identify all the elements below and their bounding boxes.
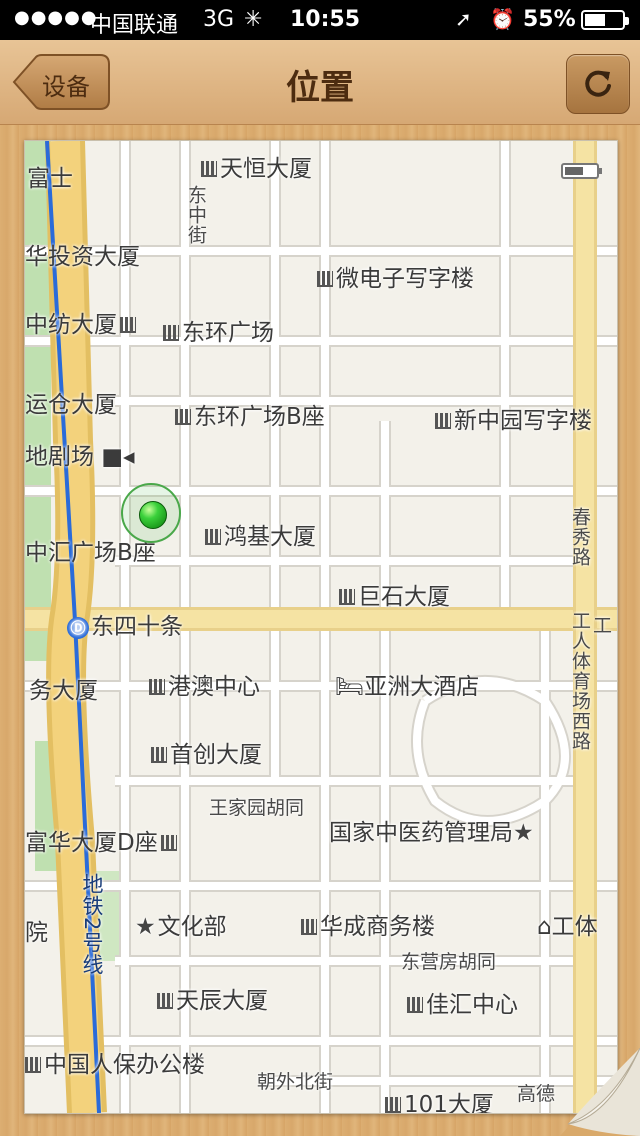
map-card: 天恒大厦 富士 东中街 华投资大厦 微电子写字楼 中纺大厦 东环广场 运仓大厦 … bbox=[24, 140, 618, 1114]
device-location-marker[interactable] bbox=[121, 483, 181, 543]
alarm-clock-icon: ⏰ bbox=[490, 7, 515, 31]
landmark-star-icon: ★ bbox=[513, 820, 534, 846]
map-label: 中纺大厦 bbox=[25, 305, 139, 339]
battery-percent: 55% bbox=[523, 7, 576, 32]
stadium-icon: ⌂ bbox=[537, 914, 552, 940]
device-battery-level-fill bbox=[565, 167, 583, 175]
map-label: 工 bbox=[593, 615, 613, 637]
metro-icon: Ⓓ bbox=[67, 617, 89, 639]
map-label: 华成商务楼 bbox=[301, 907, 435, 941]
map-label: 高德 bbox=[517, 1083, 556, 1105]
map-label: 佳汇中心 bbox=[407, 985, 518, 1019]
map-label: 东营房胡同 bbox=[401, 951, 497, 973]
map-label: 东环广场B座 bbox=[175, 397, 325, 431]
page-curl-corner[interactable] bbox=[560, 1048, 640, 1136]
map-label: ★文化部 bbox=[135, 914, 227, 940]
map-label: 院 bbox=[25, 920, 48, 946]
battery-level-fill bbox=[585, 14, 605, 26]
map-label: 港澳中心 bbox=[149, 667, 260, 701]
map-label: 鸿基大厦 bbox=[205, 517, 316, 551]
map-label: 国家中医药管理局★ bbox=[329, 820, 534, 846]
location-dot-icon bbox=[139, 501, 167, 529]
signal-strength-indicator: ●●●●● bbox=[14, 7, 98, 28]
map-label: ⌂工体 bbox=[537, 914, 598, 940]
refresh-button[interactable] bbox=[566, 54, 630, 114]
map-label: 微电子写字楼 bbox=[317, 259, 474, 293]
activity-spinner-icon: ✳ bbox=[244, 7, 263, 32]
map-label: 首创大厦 bbox=[151, 735, 262, 769]
map-label: 春秀路 bbox=[569, 507, 591, 567]
battery-icon bbox=[581, 10, 629, 30]
map-label: 富华大厦D座 bbox=[25, 823, 180, 857]
network-type: 3G bbox=[203, 7, 235, 32]
map-label: 华投资大厦 bbox=[25, 244, 140, 270]
map-view[interactable]: 天恒大厦 富士 东中街 华投资大厦 微电子写字楼 中纺大厦 东环广场 运仓大厦 … bbox=[25, 141, 617, 1113]
metro-line-label: 地铁2号线 bbox=[80, 873, 104, 976]
map-label: 天辰大厦 bbox=[157, 981, 268, 1015]
theater-icon: ■◂ bbox=[101, 444, 135, 470]
map-label: 🛏亚洲大酒店 bbox=[335, 674, 480, 700]
carrier-name: 中国联通 bbox=[90, 13, 179, 38]
map-label: 地剧场 ■◂ bbox=[25, 444, 135, 470]
map-label: 天恒大厦 bbox=[201, 149, 312, 183]
map-label: 富士 bbox=[27, 166, 73, 192]
device-battery-icon bbox=[561, 163, 602, 179]
map-label: 101大厦 bbox=[385, 1085, 494, 1113]
status-time: 10:55 bbox=[290, 7, 361, 32]
map-label: 巨石大厦 bbox=[339, 577, 450, 611]
map-label: 运仓大厦 bbox=[25, 392, 117, 418]
status-bar: ●●●●● 中国联通 3G ✳ 10:55 ➚ ⏰ 55% bbox=[0, 0, 640, 40]
refresh-icon bbox=[585, 70, 611, 97]
navigation-bar: 设备 位置 bbox=[0, 40, 640, 125]
location-arrow-icon: ➚ bbox=[455, 7, 472, 31]
map-label: 王家园胡同 bbox=[209, 797, 305, 819]
map-label: 新中园写字楼 bbox=[435, 401, 592, 435]
hotel-icon: 🛏 bbox=[335, 674, 365, 700]
map-label: 中国人保办公楼 bbox=[25, 1045, 205, 1079]
map-label: 朝外北街 bbox=[257, 1071, 334, 1093]
map-label: 工人体育场西路 bbox=[569, 611, 591, 751]
metro-station-label: Ⓓ 东四十条 bbox=[67, 607, 183, 641]
map-label: 东中街 bbox=[185, 185, 207, 245]
map-label: 东环广场 bbox=[163, 313, 274, 347]
map-label: 务大厦 bbox=[29, 678, 98, 704]
page-title: 位置 bbox=[286, 68, 354, 108]
landmark-star-icon: ★ bbox=[135, 914, 156, 940]
